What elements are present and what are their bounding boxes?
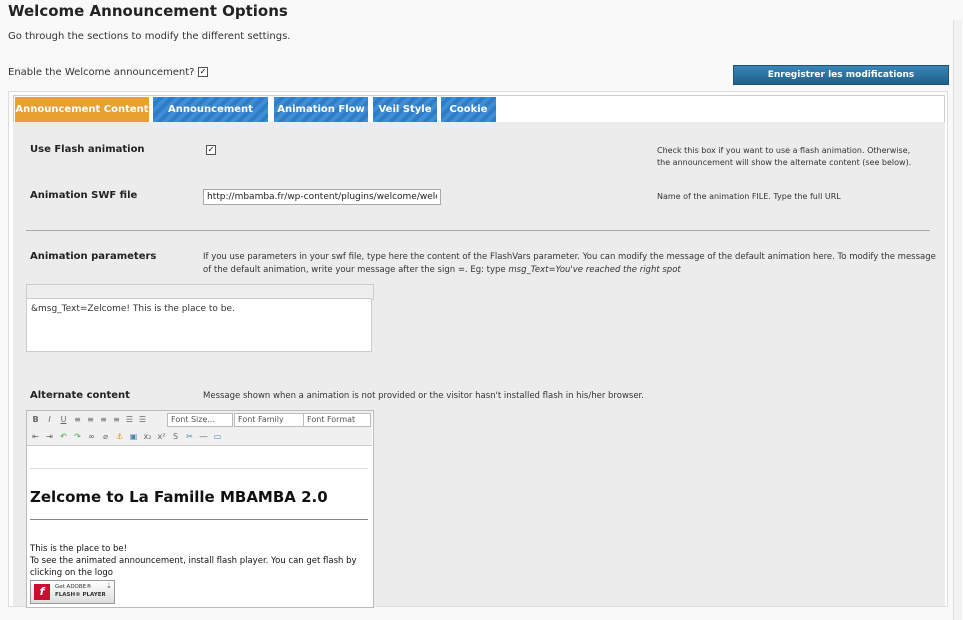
alternate-content-label: Alternate content bbox=[30, 390, 130, 401]
flash-badge-player: FLASH® PLAYER bbox=[55, 592, 106, 598]
unlink-icon[interactable]: ⌀ bbox=[100, 431, 111, 442]
redo-icon[interactable]: ↷ bbox=[72, 431, 83, 442]
align-right-icon[interactable]: ≡ bbox=[98, 414, 109, 425]
use-flash-label: Use Flash animation bbox=[30, 144, 145, 155]
horizontal-rule-icon[interactable]: ― bbox=[198, 431, 209, 442]
swf-file-input[interactable] bbox=[203, 189, 441, 205]
animation-parameters-label: Animation parameters bbox=[30, 251, 157, 262]
tab-veil-style[interactable]: Veil Style bbox=[373, 97, 437, 122]
indent-icon[interactable]: ⇥ bbox=[44, 431, 55, 442]
link-icon[interactable]: ∞ bbox=[86, 431, 97, 442]
swf-file-help: Name of the animation FILE. Type the ful… bbox=[657, 192, 841, 201]
page-title: Welcome Announcement Options bbox=[8, 2, 288, 20]
get-flash-player-badge[interactable]: f Get ADOBE® FLASH® PLAYER ⇣ bbox=[30, 580, 115, 604]
alternate-content-help: Message shown when a animation is not pr… bbox=[203, 391, 644, 401]
superscript-icon[interactable]: x² bbox=[156, 431, 167, 442]
undo-icon[interactable]: ↶ bbox=[58, 431, 69, 442]
animation-parameters-example: msg_Text=You've reached the right spot bbox=[508, 265, 681, 275]
align-center-icon[interactable]: ≡ bbox=[85, 414, 96, 425]
animation-parameters-textarea[interactable]: &msg_Text=Zelcome! This is the place to … bbox=[26, 298, 372, 352]
use-flash-help: Check this box if you want to use a flas… bbox=[657, 146, 912, 167]
editor-heading: Zelcome to La Famille MBAMBA 2.0 bbox=[30, 488, 328, 506]
page-subtitle: Go through the sections to modify the di… bbox=[8, 31, 291, 42]
italic-icon[interactable]: I bbox=[44, 414, 55, 425]
section-divider bbox=[26, 230, 930, 231]
editor-heading-rule bbox=[30, 519, 368, 520]
page-scrollbar[interactable] bbox=[953, 20, 962, 620]
underline-icon[interactable]: U bbox=[58, 414, 69, 425]
tab-animation-flow[interactable]: Animation Flow bbox=[274, 97, 368, 122]
editor-body: This is the place to be! To see the anim… bbox=[30, 543, 370, 579]
remove-format-icon[interactable]: ✂ bbox=[184, 431, 195, 442]
swf-file-label: Animation SWF file bbox=[30, 190, 138, 201]
subscript-icon[interactable]: x₂ bbox=[142, 431, 153, 442]
editor-toolbar: B I U ≡ ≡ ≡ ≡ ☰ ☰ Font Size... Font Fami… bbox=[27, 411, 372, 446]
anchor-icon[interactable]: ⚓ bbox=[114, 431, 125, 442]
animation-parameters-help: If you use parameters in your swf file, … bbox=[203, 251, 938, 277]
font-format-select[interactable]: Font Format bbox=[303, 413, 371, 427]
align-left-icon[interactable]: ≡ bbox=[72, 414, 83, 425]
bold-icon[interactable]: B bbox=[30, 414, 41, 425]
enable-announcement-checkbox[interactable]: ✓ bbox=[198, 67, 208, 77]
font-size-select[interactable]: Font Size... bbox=[167, 413, 233, 427]
bullet-list-icon[interactable]: ☰ bbox=[124, 414, 135, 425]
tab-cookie[interactable]: Cookie bbox=[441, 97, 496, 122]
enable-announcement-label: Enable the Welcome announcement? bbox=[8, 67, 195, 78]
tab-announcement-style[interactable]: Announcement Style bbox=[153, 97, 268, 140]
save-changes-button[interactable]: Enregistrer les modifications bbox=[733, 65, 949, 85]
flash-badge-get: Get ADOBE® bbox=[55, 584, 92, 590]
editor-line-2: To see the animated announcement, instal… bbox=[30, 556, 357, 578]
editor-top-rule bbox=[30, 468, 368, 469]
align-justify-icon[interactable]: ≡ bbox=[111, 414, 122, 425]
strikethrough-icon[interactable]: S bbox=[170, 431, 181, 442]
download-arrow-icon: ⇣ bbox=[106, 582, 112, 590]
editor-line-1: This is the place to be! bbox=[30, 544, 128, 554]
image-icon[interactable]: ▣ bbox=[128, 431, 139, 442]
flash-logo-icon: f bbox=[34, 584, 50, 600]
use-flash-checkbox[interactable]: ✓ bbox=[206, 145, 216, 155]
code-icon[interactable]: ▭ bbox=[212, 431, 223, 442]
font-family-select[interactable]: Font Family bbox=[234, 413, 304, 427]
numbered-list-icon[interactable]: ☰ bbox=[137, 414, 148, 425]
tab-announcement-content[interactable]: Announcement Content bbox=[15, 97, 149, 122]
outdent-icon[interactable]: ⇤ bbox=[30, 431, 41, 442]
